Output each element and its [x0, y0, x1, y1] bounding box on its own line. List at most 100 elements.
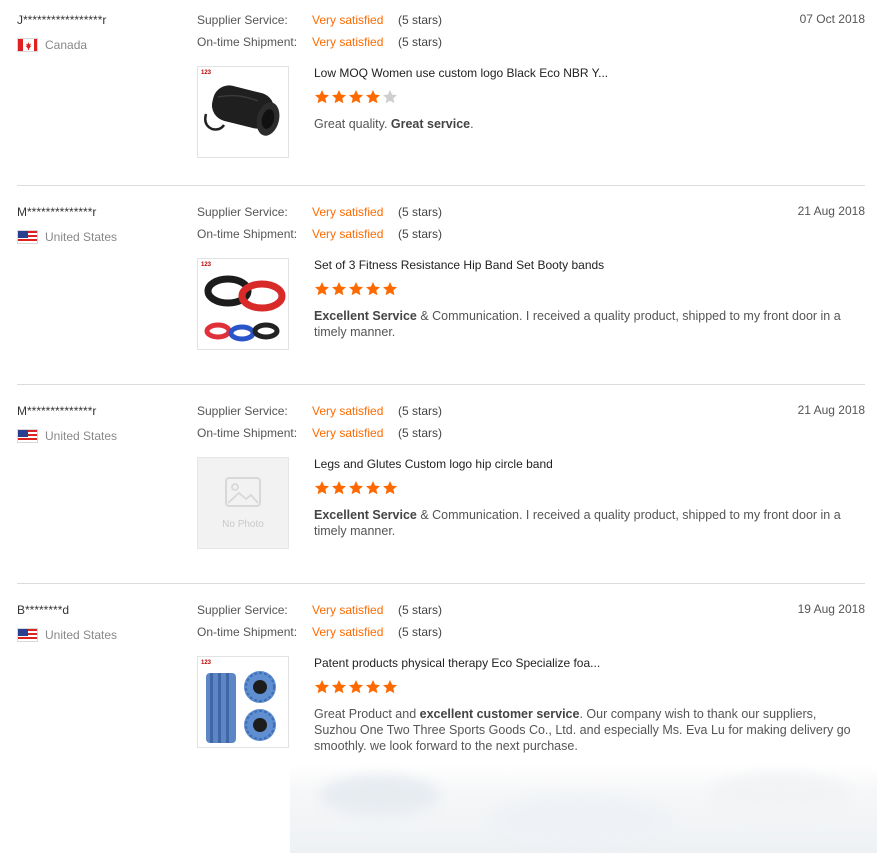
star-filled-icon	[331, 89, 347, 105]
supplier-service-value: Very satisfied	[312, 13, 384, 27]
brand-logo: 123	[201, 70, 212, 76]
product-rating	[314, 679, 399, 695]
comment-text: Great quality.	[314, 117, 391, 131]
blur-patch	[710, 773, 850, 817]
supplier-service-label: Supplier Service:	[197, 13, 288, 27]
usa-flag-icon	[17, 628, 38, 642]
product-rating	[314, 281, 399, 297]
star-filled-icon	[314, 679, 330, 695]
star-filled-icon	[365, 89, 381, 105]
comment-highlight: Excellent Service	[314, 309, 417, 323]
shipment-stars: (5 stars)	[398, 35, 443, 49]
supplier-service-label: Supplier Service:	[197, 404, 288, 418]
review-date: 07 Oct 2018	[799, 12, 865, 26]
shipment-value: Very satisfied	[312, 35, 384, 49]
star-filled-icon	[382, 281, 398, 297]
product-rating	[314, 89, 399, 105]
hip-bands-image[interactable]: 123	[197, 258, 289, 350]
supplier-service-value: Very satisfied	[312, 404, 384, 418]
supplier-service-stars: (5 stars)	[398, 13, 443, 27]
review-comment: Excellent Service & Communication. I rec…	[314, 308, 862, 340]
supplier-service-label: Supplier Service:	[197, 603, 288, 617]
review-divider	[17, 185, 865, 186]
product-title-link[interactable]: Low MOQ Women use custom logo Black Eco …	[314, 66, 608, 80]
star-filled-icon	[348, 480, 364, 496]
review-date: 21 Aug 2018	[797, 204, 865, 218]
supplier-service-stars: (5 stars)	[398, 404, 443, 418]
star-filled-icon	[348, 281, 364, 297]
shipment-rating: On-time Shipment: Very satisfied (5 stars)	[197, 426, 442, 440]
comment-text: Great Product and	[314, 707, 420, 721]
star-empty-icon	[382, 89, 398, 105]
star-filled-icon	[314, 89, 330, 105]
star-filled-icon	[348, 679, 364, 695]
product-rating	[314, 480, 399, 496]
shipment-value: Very satisfied	[312, 227, 384, 241]
shipment-rating: On-time Shipment: Very satisfied (5 stars)	[197, 625, 442, 639]
star-filled-icon	[365, 281, 381, 297]
buyer-country: United States	[45, 429, 118, 443]
review-comment: Great Product and excellent customer ser…	[314, 706, 862, 754]
canada-flag-icon	[17, 38, 38, 52]
brand-logo: 123	[201, 262, 212, 268]
review-comment: Great quality. Great service.	[314, 116, 862, 132]
buyer-name: B********d	[17, 603, 70, 617]
supplier-service-rating: Supplier Service: Very satisfied (5 stars)	[197, 404, 442, 418]
review-date: 19 Aug 2018	[797, 602, 865, 616]
shipment-stars: (5 stars)	[398, 426, 443, 440]
star-filled-icon	[314, 281, 330, 297]
buyer-name: M**************r	[17, 205, 97, 219]
star-filled-icon	[382, 480, 398, 496]
blur-patch	[490, 795, 670, 845]
product-title-link[interactable]: Patent products physical therapy Eco Spe…	[314, 656, 600, 670]
usa-flag-icon	[17, 230, 38, 244]
supplier-service-stars: (5 stars)	[398, 603, 443, 617]
foam-roller-image[interactable]: 123	[197, 656, 289, 748]
comment-highlight: Excellent Service	[314, 508, 417, 522]
supplier-service-rating: Supplier Service: Very satisfied (5 stars)	[197, 13, 442, 27]
supplier-service-value: Very satisfied	[312, 205, 384, 219]
brand-logo: 123	[201, 660, 212, 666]
shipment-label: On-time Shipment:	[197, 35, 298, 49]
star-filled-icon	[365, 679, 381, 695]
review-divider	[17, 384, 865, 385]
yoga-mat-image[interactable]: 123	[197, 66, 289, 158]
supplier-service-label: Supplier Service:	[197, 205, 288, 219]
review-comment: Excellent Service & Communication. I rec…	[314, 507, 862, 539]
usa-flag-icon	[17, 429, 38, 443]
blur-patch	[320, 775, 440, 815]
blurred-overlay	[290, 765, 877, 853]
supplier-service-value: Very satisfied	[312, 603, 384, 617]
shipment-label: On-time Shipment:	[197, 625, 298, 639]
star-filled-icon	[331, 480, 347, 496]
star-filled-icon	[331, 679, 347, 695]
shipment-stars: (5 stars)	[398, 227, 443, 241]
product-title-link[interactable]: Set of 3 Fitness Resistance Hip Band Set…	[314, 258, 604, 272]
review-divider	[17, 583, 865, 584]
shipment-label: On-time Shipment:	[197, 227, 298, 241]
comment-highlight: excellent customer service	[419, 707, 580, 721]
buyer-name: M**************r	[17, 404, 97, 418]
no-photo-label: No Photo	[222, 519, 264, 530]
buyer-name: J*****************r	[17, 13, 107, 27]
star-filled-icon	[382, 679, 398, 695]
buyer-country: United States	[45, 230, 118, 244]
no-photo-placeholder[interactable]: No Photo	[197, 457, 289, 549]
shipment-value: Very satisfied	[312, 426, 384, 440]
star-filled-icon	[314, 480, 330, 496]
shipment-value: Very satisfied	[312, 625, 384, 639]
star-filled-icon	[331, 281, 347, 297]
star-filled-icon	[365, 480, 381, 496]
product-title-link[interactable]: Legs and Glutes Custom logo hip circle b…	[314, 457, 553, 471]
buyer-country: Canada	[45, 38, 88, 52]
shipment-stars: (5 stars)	[398, 625, 443, 639]
supplier-service-rating: Supplier Service: Very satisfied (5 stars)	[197, 603, 442, 617]
buyer-country: United States	[45, 628, 118, 642]
shipment-rating: On-time Shipment: Very satisfied (5 stars)	[197, 35, 442, 49]
review-date: 21 Aug 2018	[797, 403, 865, 417]
supplier-service-rating: Supplier Service: Very satisfied (5 stars)	[197, 205, 442, 219]
comment-highlight: Great service	[390, 117, 471, 131]
shipment-rating: On-time Shipment: Very satisfied (5 stars)	[197, 227, 442, 241]
shipment-label: On-time Shipment:	[197, 426, 298, 440]
comment-text: .	[470, 117, 474, 131]
